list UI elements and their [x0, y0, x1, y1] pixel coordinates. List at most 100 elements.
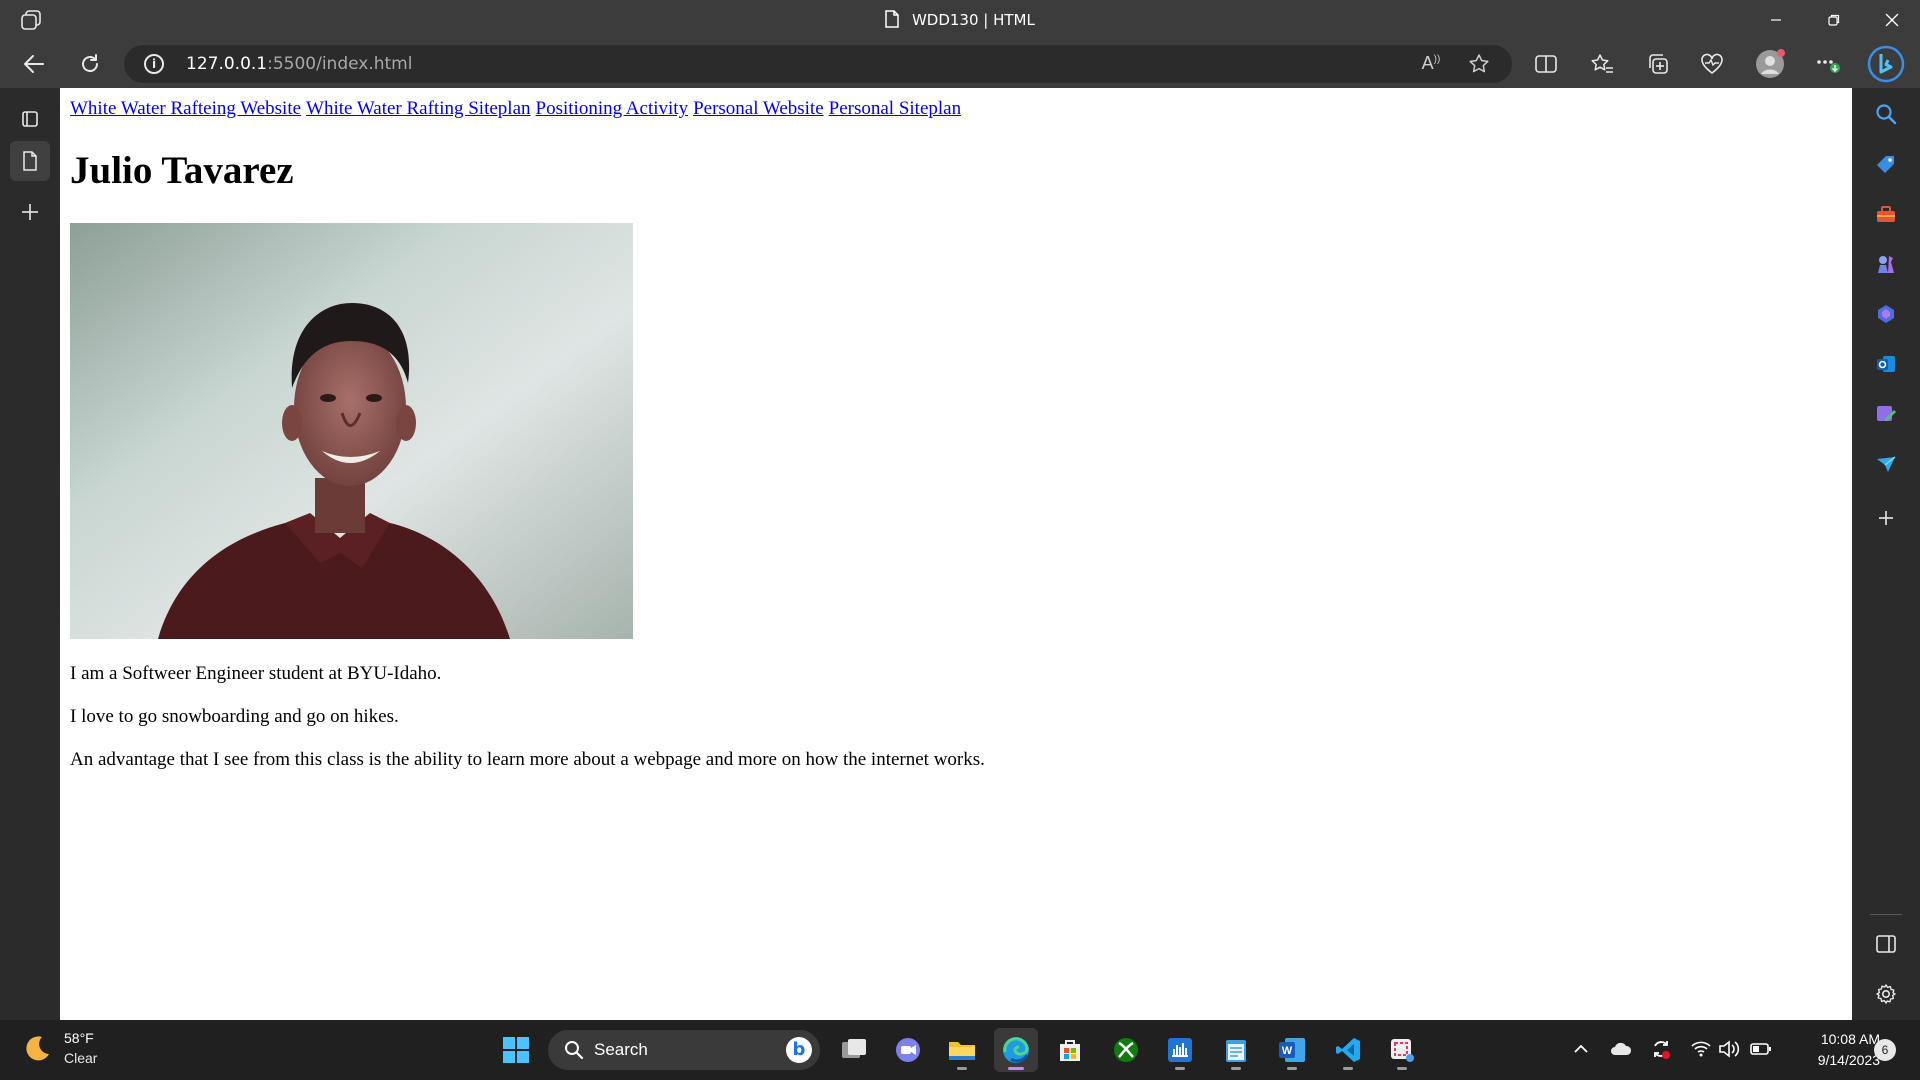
favorites-icon: [1591, 54, 1613, 73]
link-white-water-rafting-website[interactable]: White Water Rafteing Website: [70, 98, 301, 119]
browser-toolbar: i 127.0.0.1:5500/index.html A)): [0, 40, 1920, 88]
start-button[interactable]: [494, 1028, 538, 1072]
task-view-button[interactable]: [832, 1028, 876, 1072]
link-positioning-activity[interactable]: Positioning Activity: [536, 98, 689, 119]
add-favorite-icon[interactable]: [1464, 53, 1494, 75]
bing-chat-button[interactable]: [1864, 44, 1908, 84]
link-personal-website[interactable]: Personal Website: [693, 98, 824, 119]
plus-icon: [1879, 511, 1893, 525]
read-aloud-icon[interactable]: A)): [1416, 53, 1446, 75]
address-bar[interactable]: i 127.0.0.1:5500/index.html A)): [124, 45, 1512, 83]
volume-icon[interactable]: [1718, 1038, 1740, 1060]
data-chart-icon: [1168, 1038, 1192, 1062]
tab-wdd130-html[interactable]: [10, 141, 50, 181]
link-personal-siteplan[interactable]: Personal Siteplan: [829, 98, 961, 119]
battery-icon[interactable]: [1750, 1038, 1772, 1060]
word-button[interactable]: W: [1270, 1028, 1314, 1072]
link-white-water-rafting-siteplan[interactable]: White Water Rafting Siteplan: [306, 98, 530, 119]
vertical-tabs-toggle[interactable]: [10, 99, 50, 139]
page-heading: Julio Tavarez: [70, 149, 294, 192]
title-bar: WDD130 | HTML: [0, 0, 1920, 40]
heart-pulse-icon: [1701, 53, 1723, 74]
web-page-viewport: White Water Rafteing Website White Water …: [60, 88, 1852, 1020]
split-screen-button[interactable]: [1526, 48, 1566, 80]
profile-button[interactable]: [1750, 48, 1790, 80]
taskbar-search-box[interactable]: Search b: [548, 1030, 820, 1070]
bing-icon: [1867, 45, 1905, 83]
collections-button[interactable]: [1638, 48, 1678, 80]
minimize-icon: [1771, 19, 1781, 21]
weather-condition: Clear: [64, 1050, 98, 1066]
windows-taskbar: 58°F Clear Search b W 10:08 AM 9/14/2023…: [0, 1020, 1920, 1080]
url-text[interactable]: 127.0.0.1:5500/index.html: [186, 54, 412, 74]
onedrive-icon[interactable]: [1610, 1038, 1632, 1060]
clock-time: 10:08 AM: [1820, 1031, 1880, 1047]
refresh-button[interactable]: [72, 48, 108, 80]
window-title: WDD130 | HTML: [0, 10, 1920, 29]
page-navigation: White Water Rafteing Website White Water …: [70, 98, 966, 120]
microsoft-store-button[interactable]: [1048, 1028, 1092, 1072]
restore-icon: [1828, 14, 1840, 26]
teams-chat-button[interactable]: [886, 1028, 930, 1072]
xbox-button[interactable]: [1104, 1028, 1148, 1072]
sidebar-outlook-button[interactable]: [1870, 348, 1902, 380]
toolbox-icon: [1877, 206, 1895, 222]
browser-essentials-button[interactable]: [1692, 48, 1732, 80]
paragraph-student: I am a Softweer Engineer student at BYU-…: [70, 663, 442, 684]
sidebar-games-button[interactable]: [1870, 248, 1902, 280]
back-arrow-icon: [24, 55, 44, 73]
edge-browser-button[interactable]: [994, 1028, 1038, 1072]
azure-data-app-button[interactable]: [1158, 1028, 1202, 1072]
minimize-button[interactable]: [1748, 0, 1804, 40]
page-document-icon: [23, 151, 37, 171]
paragraph-hobbies: I love to go snowboarding and go on hike…: [70, 706, 399, 727]
sidebar-designer-button[interactable]: [1870, 398, 1902, 430]
site-info-icon[interactable]: i: [144, 54, 164, 74]
sidebar-tools-button[interactable]: [1870, 198, 1902, 230]
vscode-button[interactable]: [1326, 1028, 1370, 1072]
sidebar-settings-button[interactable]: [1870, 978, 1902, 1010]
favorites-button[interactable]: [1582, 48, 1622, 80]
plus-icon: [22, 204, 38, 220]
store-icon: [1060, 1040, 1080, 1061]
sidebar-shopping-button[interactable]: [1870, 148, 1902, 180]
url-host: 127.0.0.1: [186, 54, 268, 74]
restore-button[interactable]: [1806, 0, 1862, 40]
window-title-text: WDD130 | HTML: [911, 11, 1035, 29]
notification-badge[interactable]: 6: [1874, 1039, 1896, 1061]
running-indicator: [1343, 1067, 1353, 1070]
collections-icon: [1649, 54, 1668, 74]
settings-and-more-button[interactable]: [1808, 48, 1848, 80]
sidebar-copilot-button[interactable]: [1870, 298, 1902, 330]
bing-icon: b: [786, 1037, 812, 1063]
wifi-icon[interactable]: [1690, 1038, 1712, 1060]
search-icon: [565, 1041, 584, 1060]
show-hidden-icons-button[interactable]: [1570, 1038, 1592, 1060]
sidebar-search-button[interactable]: [1870, 98, 1902, 130]
sidebar-add-button[interactable]: [1870, 502, 1902, 534]
sidebar-drop-button[interactable]: [1870, 448, 1902, 480]
avatar: [1756, 49, 1785, 78]
sync-status-icon[interactable]: [1650, 1038, 1672, 1060]
file-explorer-button[interactable]: [940, 1028, 984, 1072]
sidebar-divider: [1870, 914, 1902, 915]
notepad-button[interactable]: [1214, 1028, 1258, 1072]
taskbar-clock[interactable]: 10:08 AM 9/14/2023: [1780, 1029, 1880, 1071]
back-button[interactable]: [16, 48, 52, 80]
hide-sidebar-button[interactable]: [1870, 928, 1902, 960]
moon-icon: [26, 1036, 49, 1061]
xbox-icon: [1114, 1038, 1138, 1062]
snipping-tool-button[interactable]: [1380, 1028, 1424, 1072]
copilot-icon: [1878, 305, 1894, 323]
shopping-tag-icon: [1877, 156, 1894, 173]
url-path: :5500/index.html: [267, 54, 413, 74]
video-chat-icon: [896, 1038, 920, 1062]
svg-text:W: W: [1282, 1045, 1293, 1057]
close-button[interactable]: [1864, 0, 1920, 40]
new-tab-button[interactable]: [10, 192, 50, 232]
split-screen-icon: [1535, 55, 1557, 73]
gear-icon: [1876, 984, 1896, 1004]
weather-widget[interactable]: 58°F Clear: [22, 1030, 142, 1072]
running-indicator: [1397, 1067, 1407, 1070]
edge-sidebar: [1852, 88, 1920, 1020]
